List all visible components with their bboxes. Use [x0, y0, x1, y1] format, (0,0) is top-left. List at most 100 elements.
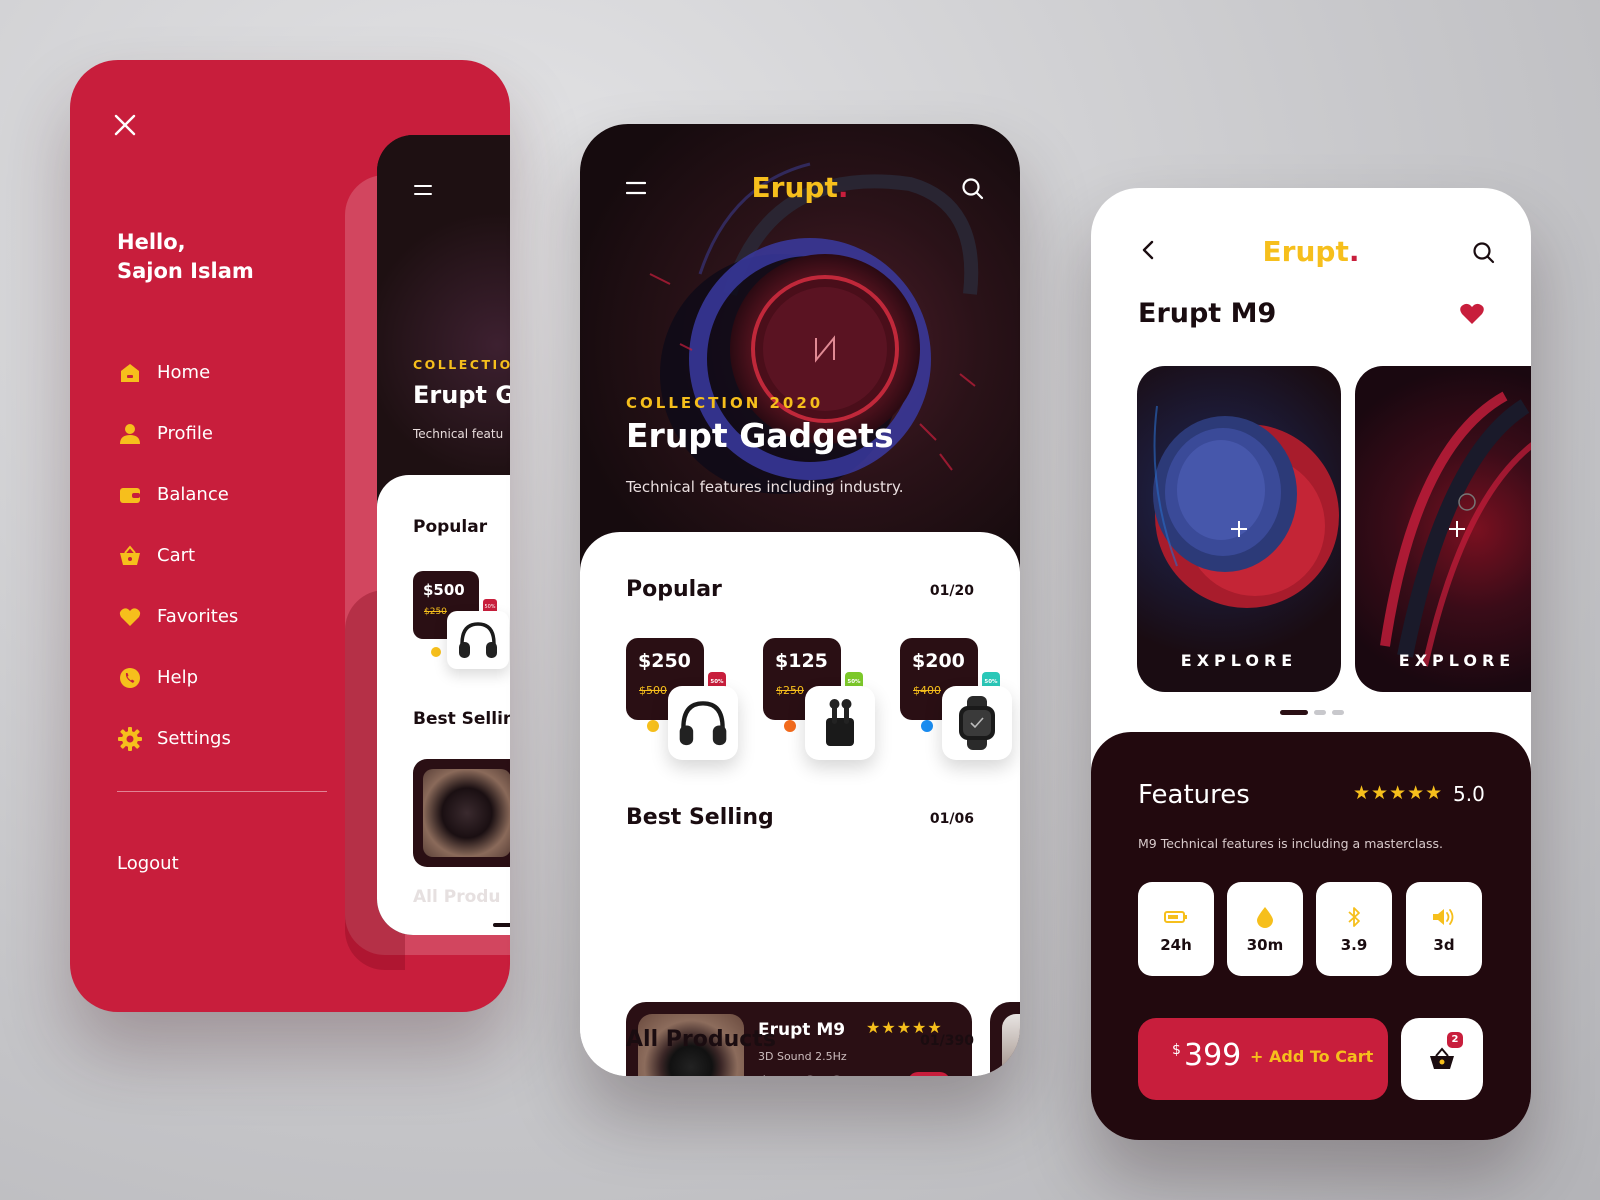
spec-sound: 3d	[1406, 882, 1482, 976]
preview-best-selling-title: Best Sellin	[413, 709, 510, 729]
popular-title: Popular	[626, 577, 722, 602]
price-value: 399	[771, 1068, 851, 1076]
currency-symbol: $	[758, 1072, 771, 1076]
plus-icon	[1231, 521, 1247, 537]
logout-button[interactable]: Logout	[117, 853, 179, 874]
hero-title: Erupt Gadgets	[626, 416, 894, 455]
smartwatch-icon	[959, 696, 995, 750]
heart-icon	[117, 604, 143, 630]
favorite-heart-icon[interactable]	[1459, 302, 1485, 326]
best-selling-count: 01/06	[929, 811, 974, 827]
search-icon[interactable]	[1472, 241, 1496, 265]
product-photo	[1002, 1014, 1020, 1076]
preview-all-products-title: All Produ	[413, 887, 501, 907]
preview-title: Erupt G	[413, 381, 510, 409]
cart-button[interactable]: 2	[1401, 1018, 1483, 1100]
spec-bluetooth: 3.9	[1316, 882, 1392, 976]
menu-item-label: Profile	[157, 423, 213, 444]
spec-battery: 24h	[1138, 882, 1214, 976]
currency-symbol: $	[1172, 1042, 1181, 1058]
product-detail-screen: Erupt. Erupt M9 EXPLORE EXPLORE Features…	[1091, 188, 1531, 1140]
product-photo	[423, 769, 510, 857]
brand-name: Erupt	[751, 171, 838, 204]
add-to-cart-label: + Add To Cart	[1250, 1047, 1374, 1066]
brand-logo: Erupt.	[1091, 235, 1531, 268]
color-dot	[921, 720, 933, 732]
basket-icon	[1430, 1047, 1454, 1069]
product-thumbnail	[805, 686, 875, 760]
spec-value: 3.9	[1340, 936, 1368, 954]
best-selling-card-next[interactable]	[990, 1002, 1020, 1076]
speaker-icon	[1406, 906, 1482, 928]
brand-name: Erupt	[1262, 235, 1349, 268]
menu-item-balance[interactable]: Balance	[117, 464, 238, 525]
price-old: $250	[776, 684, 804, 697]
headphones-icon	[679, 701, 727, 746]
menu-item-label: Favorites	[157, 606, 239, 627]
price-new: $250	[638, 650, 691, 672]
menu-divider	[117, 791, 327, 792]
rating-value: 5.0	[1453, 782, 1485, 806]
view-product-button[interactable]	[908, 1072, 950, 1076]
greeting-line-1: Hello,	[117, 230, 186, 254]
price-new: $200	[912, 650, 965, 672]
home-screen-preview[interactable]: COLLECTIO Erupt G Technical featu Popula…	[377, 135, 510, 935]
collection-label: COLLECTION 2020	[626, 394, 824, 412]
plus-icon	[1449, 521, 1465, 537]
profile-icon	[117, 421, 143, 447]
indicator-dot-active[interactable]	[1280, 710, 1308, 715]
product-title: Erupt M9	[1138, 298, 1277, 329]
product-image-card-1[interactable]: EXPLORE	[1137, 366, 1341, 692]
cart-count-badge: 2	[1447, 1032, 1463, 1048]
preview-subtitle: Technical featu	[413, 427, 504, 441]
preview-collection-label: COLLECTIO	[413, 357, 510, 372]
close-icon[interactable]	[110, 110, 140, 140]
phone-icon	[117, 665, 143, 691]
menu-item-profile[interactable]: Profile	[117, 403, 238, 464]
basket-icon	[117, 543, 143, 569]
headphones-side-image	[1380, 391, 1531, 667]
carousel-indicator	[1280, 710, 1344, 715]
menu-list: Home Profile Balance Cart Favorites Help…	[117, 342, 238, 769]
drop-icon	[1227, 906, 1303, 928]
spec-value: 3d	[1433, 936, 1455, 954]
menu-item-home[interactable]: Home	[117, 342, 238, 403]
features-panel: Features ★★★★★ 5.0 M9 Technical features…	[1091, 732, 1531, 1140]
headphones-icon	[459, 622, 497, 658]
features-description: M9 Technical features is including a mas…	[1138, 836, 1443, 851]
menu-item-label: Home	[157, 362, 211, 383]
spec-value: 30m	[1246, 936, 1284, 954]
rating-stars: ★★★★★	[1353, 782, 1444, 804]
price-old: $250	[424, 607, 447, 617]
price-value: 399	[1184, 1038, 1242, 1073]
all-products-count: 01/390	[920, 1033, 974, 1049]
preview-body: Popular $500 $250 50% Best Sellin All Pr…	[377, 475, 510, 935]
wallet-icon	[117, 482, 143, 508]
price-new: $125	[775, 650, 828, 672]
menu-item-favorites[interactable]: Favorites	[117, 586, 238, 647]
product-thumbnail	[447, 611, 509, 669]
menu-item-label: Help	[157, 667, 199, 688]
home-indicator	[493, 923, 510, 927]
add-to-cart-button[interactable]: $ 399 + Add To Cart	[1138, 1018, 1388, 1100]
product-image-card-2[interactable]: EXPLORE	[1355, 366, 1531, 692]
explore-label: EXPLORE	[1398, 651, 1516, 670]
brand-logo: Erupt.	[580, 171, 1020, 204]
search-icon[interactable]	[961, 177, 985, 201]
user-name: Sajon Islam	[117, 259, 254, 283]
preview-best-card	[413, 759, 510, 867]
price-new: $500	[423, 581, 465, 599]
indicator-dot[interactable]	[1332, 710, 1344, 715]
popular-count: 01/20	[929, 583, 974, 599]
price-old: $400	[913, 684, 941, 697]
menu-item-cart[interactable]: Cart	[117, 525, 238, 586]
menu-item-help[interactable]: Help	[117, 647, 238, 708]
color-dot	[784, 720, 796, 732]
indicator-dot[interactable]	[1314, 710, 1326, 715]
brand-dot: .	[837, 171, 849, 204]
all-products-title: All Products	[626, 1027, 776, 1052]
preview-hero	[377, 135, 510, 515]
menu-item-label: Cart	[157, 545, 196, 566]
menu-item-settings[interactable]: Settings	[117, 708, 238, 769]
battery-icon	[1138, 906, 1214, 928]
